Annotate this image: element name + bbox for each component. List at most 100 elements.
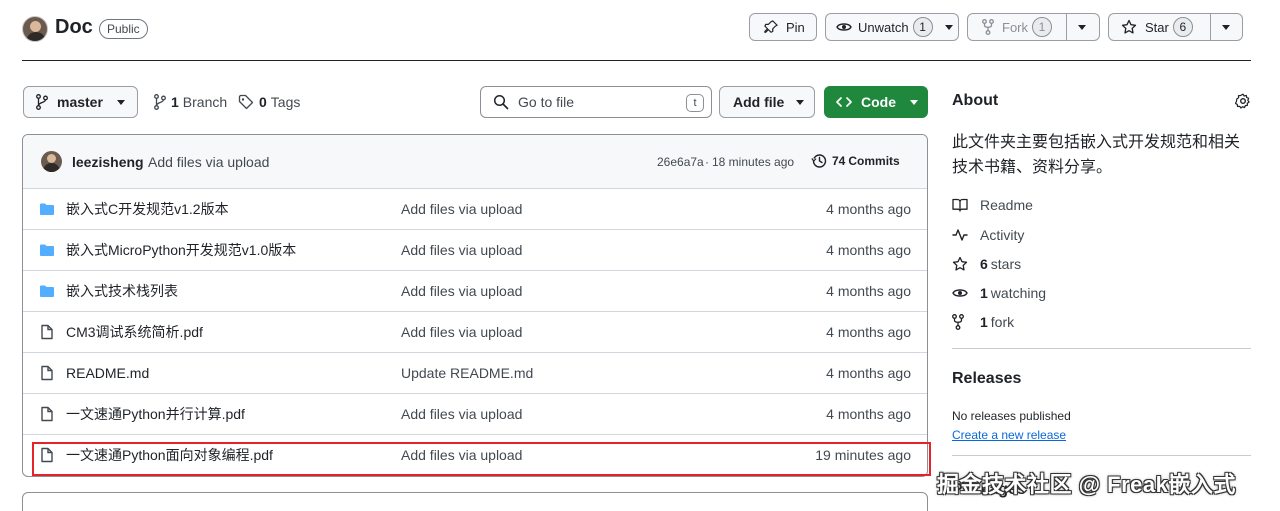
file-date: 4 months ago — [826, 365, 911, 381]
chevron-down-icon — [796, 99, 805, 105]
sidebar-divider — [952, 455, 1251, 456]
releases-title[interactable]: Releases — [952, 370, 1021, 388]
watermark: 掘金技术社区 @ Freak嵌入式 — [937, 472, 1236, 497]
chevron-down-icon — [116, 99, 125, 105]
pin-button[interactable]: Pin — [749, 13, 817, 41]
watch-counter: 1 — [912, 17, 933, 37]
code-button[interactable]: Code — [824, 86, 928, 118]
table-row[interactable]: README.md Update README.md 4 months ago — [23, 352, 927, 393]
readme-link[interactable]: Readme — [952, 197, 1033, 213]
table-row[interactable]: 嵌入式MicroPython开发规范v1.0版本 Add files via u… — [23, 229, 927, 270]
forks-count: 1 — [980, 314, 988, 330]
fork-icon — [952, 314, 968, 330]
star-button[interactable]: Star 6 — [1108, 13, 1243, 41]
fork-label: Fork — [1002, 19, 1028, 35]
fork-counter: 1 — [1032, 17, 1052, 37]
watch-label: Unwatch — [858, 19, 909, 35]
commits-link[interactable]: 74 Commits — [811, 153, 900, 169]
fork-button[interactable]: Fork 1 — [967, 13, 1100, 41]
file-name[interactable]: 嵌入式技术栈列表 — [66, 281, 178, 301]
search-icon — [493, 94, 509, 110]
table-row[interactable]: 一文速通Python并行计算.pdf Add files via upload … — [23, 393, 927, 434]
file-commit-message[interactable]: Update README.md — [401, 365, 533, 381]
watching-link[interactable]: 1 watching — [952, 285, 1046, 301]
add-file-button[interactable]: Add file — [719, 86, 815, 118]
file-date: 4 months ago — [826, 242, 911, 258]
forks-link[interactable]: 1 fork — [952, 314, 1014, 330]
eye-icon — [836, 19, 852, 35]
file-commit-message[interactable]: Add files via upload — [401, 324, 522, 340]
goto-file-input[interactable]: Go to file t — [480, 86, 712, 118]
about-title: About — [952, 92, 999, 109]
highlight-box — [32, 442, 931, 476]
folder-icon — [39, 201, 55, 217]
file-table: leezisheng Add files via upload 26e6a7a … — [22, 134, 928, 477]
file-name[interactable]: README.md — [66, 365, 149, 381]
repo-name[interactable]: Doc — [55, 16, 93, 39]
readme-panel — [22, 492, 928, 511]
avatar[interactable] — [41, 151, 62, 172]
file-commit-message[interactable]: Add files via upload — [401, 242, 522, 258]
file-commit-message[interactable]: Add files via upload — [401, 406, 522, 422]
pin-icon — [764, 20, 778, 34]
header-divider — [22, 60, 1251, 61]
table-row[interactable]: 嵌入式C开发规范v1.2版本 Add files via upload 4 mo… — [23, 188, 927, 229]
watching-count: 1 — [980, 285, 988, 301]
visibility-badge: Public — [99, 19, 148, 39]
activity-link[interactable]: Activity — [952, 227, 1024, 243]
pulse-icon — [952, 227, 968, 243]
file-date: 4 months ago — [826, 324, 911, 340]
file-name[interactable]: CM3调试系统简析.pdf — [66, 322, 203, 342]
gear-icon[interactable] — [1235, 93, 1251, 109]
repo-avatar[interactable] — [22, 16, 48, 42]
commit-message[interactable]: Add files via upload — [148, 154, 269, 170]
commit-sep: · — [705, 155, 709, 169]
branch-name: master — [57, 94, 103, 110]
table-row[interactable]: 嵌入式技术栈列表 Add files via upload 4 months a… — [23, 270, 927, 311]
file-name[interactable]: 一文速通Python并行计算.pdf — [66, 404, 245, 424]
tags-count: 0 — [259, 94, 267, 110]
star-icon — [1121, 19, 1137, 35]
about-description: 此文件夹主要包括嵌入式开发规范和相关技术书籍、资料分享。 — [952, 134, 1241, 176]
sidebar-divider — [952, 348, 1251, 349]
fork-icon — [982, 19, 994, 35]
chevron-down-icon[interactable] — [944, 24, 953, 30]
forks-label: fork — [990, 314, 1015, 330]
file-commit-message[interactable]: Add files via upload — [401, 201, 522, 217]
commit-hash[interactable]: 26e6a7a — [657, 155, 704, 169]
stars-count: 6 — [980, 256, 988, 272]
file-name[interactable]: 嵌入式MicroPython开发规范v1.0版本 — [66, 240, 296, 260]
branch-icon — [36, 94, 48, 110]
file-icon — [39, 324, 55, 340]
star-icon — [952, 256, 968, 272]
file-icon — [39, 406, 55, 422]
chevron-down-icon[interactable] — [1078, 24, 1086, 30]
file-name[interactable]: 嵌入式C开发规范v1.2版本 — [66, 199, 229, 219]
tags-link[interactable]: 0 Tags — [238, 94, 300, 110]
latest-commit-bar: leezisheng Add files via upload 26e6a7a … — [23, 135, 927, 188]
branches-label: Branch — [182, 94, 228, 110]
tag-icon — [238, 94, 254, 110]
commit-author[interactable]: leezisheng — [72, 154, 144, 170]
branches-link[interactable]: 1 Branch — [154, 94, 227, 110]
create-release-link[interactable]: Create a new release — [952, 428, 1066, 442]
file-date: 4 months ago — [826, 406, 911, 422]
branch-icon — [154, 94, 166, 110]
branch-select[interactable]: master — [23, 86, 138, 118]
commits-count: 74 — [832, 154, 846, 168]
code-label: Code — [861, 94, 896, 110]
stars-link[interactable]: 6 stars — [952, 256, 1021, 272]
goto-file-placeholder: Go to file — [518, 94, 575, 110]
table-row[interactable]: CM3调试系统简析.pdf Add files via upload 4 mon… — [23, 311, 927, 352]
watch-button[interactable]: Unwatch 1 — [825, 13, 959, 41]
book-icon — [952, 197, 968, 213]
commit-time: 18 minutes ago — [712, 155, 795, 169]
star-label: Star — [1145, 19, 1169, 35]
folder-icon — [39, 242, 55, 258]
file-icon — [39, 365, 55, 381]
code-icon — [836, 94, 852, 110]
chevron-down-icon — [910, 99, 918, 105]
file-date: 4 months ago — [826, 283, 911, 299]
chevron-down-icon[interactable] — [1222, 24, 1230, 30]
file-commit-message[interactable]: Add files via upload — [401, 283, 522, 299]
